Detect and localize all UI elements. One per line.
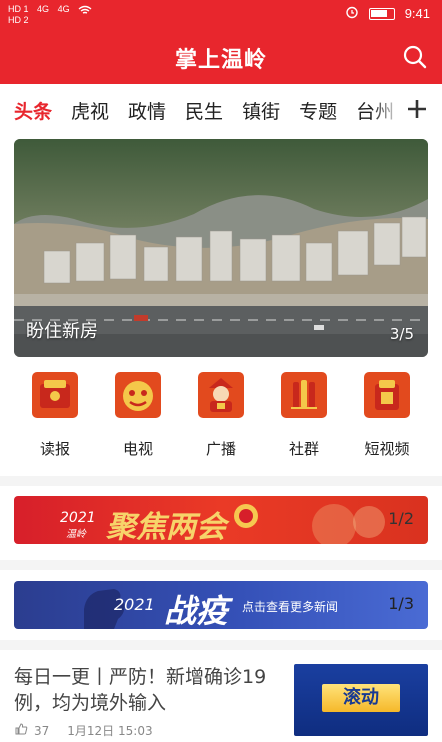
quick-link-label: 短视频 — [364, 440, 410, 458]
sim1-label: HD 1 — [8, 4, 29, 14]
quick-link-label: 读报 — [39, 440, 70, 458]
promo1-year: 2021 — [60, 510, 96, 526]
sim2-label: HD 2 — [8, 14, 29, 25]
status-bar: HD 1 4G 4G HD 2 9:41 — [0, 0, 442, 28]
tv-icon — [115, 372, 161, 418]
battery-icon — [368, 7, 395, 20]
app-header: 掌上温岭 — [0, 28, 442, 84]
promo1-counter: 1/2 — [388, 509, 414, 528]
quick-link-dianshi[interactable]: 电视 — [98, 372, 178, 459]
tab-zhuanti[interactable]: 专题 — [299, 97, 337, 124]
tab-zhenjie[interactable]: 镇街 — [242, 97, 280, 124]
news-meta: 37 1月12日 15:03 — [14, 722, 153, 739]
tab-zhengqing[interactable]: 政情 — [128, 97, 166, 124]
news-item[interactable]: 每日一更丨严防！新增确诊19例，均为境外输入 37 1月12日 15:03 滚动 — [0, 658, 442, 742]
quick-link-label: 社群 — [288, 440, 319, 458]
hero-banner[interactable]: 盼住新房 3/5 — [14, 139, 428, 357]
quick-link-duanshipin[interactable]: 短视频 — [347, 372, 427, 459]
news-thumbnail: 滚动 — [294, 664, 428, 736]
channel-tabs: 头条 虎视 政情 民生 镇街 专题 台州 — [0, 84, 442, 136]
quick-link-shequn[interactable]: 社群 — [264, 372, 344, 459]
tab-hushi[interactable]: 虎视 — [71, 97, 109, 124]
promo2-headline: 战疫 — [164, 592, 229, 629]
app-title: 掌上温岭 — [174, 48, 267, 73]
section-divider — [0, 640, 442, 650]
news-likes: 37 — [34, 723, 50, 738]
section-divider — [0, 560, 442, 570]
alarm-icon — [345, 5, 359, 22]
promo1-headline: 聚焦两会 — [106, 510, 226, 544]
tabs-fade — [372, 84, 402, 136]
community-icon — [281, 372, 327, 418]
status-left: HD 1 4G 4G HD 2 — [8, 4, 98, 25]
network2-label: 4G — [57, 4, 70, 14]
wifi-icon — [78, 4, 92, 14]
tab-toutiao[interactable]: 头条 — [14, 97, 52, 124]
network1-label: 4G — [37, 4, 50, 14]
quick-link-label: 电视 — [122, 440, 153, 458]
newspaper-icon — [32, 372, 78, 418]
promo1-place: 温岭 — [66, 529, 86, 540]
promo-banner-lianghui[interactable]: 2021 温岭 聚焦两会 1/2 — [14, 496, 428, 544]
promo2-counter: 1/3 — [388, 594, 414, 613]
promo2-year: 2021 — [114, 595, 155, 614]
news-thumb-label: 滚动 — [322, 684, 400, 712]
quick-links: 读报 电视 广播 社群 短视频 — [0, 372, 442, 472]
banner-counter: 3/5 — [389, 325, 414, 343]
quick-link-label: 广播 — [205, 440, 236, 458]
radio-icon — [198, 372, 244, 418]
banner-caption: 盼住新房 — [26, 321, 98, 342]
status-right: 9:41 — [345, 5, 430, 22]
search-icon[interactable] — [402, 44, 428, 70]
tab-minsheng[interactable]: 民生 — [185, 97, 223, 124]
status-time: 9:41 — [404, 6, 430, 21]
news-title: 每日一更丨严防！新增确诊19例，均为境外输入 — [14, 666, 267, 714]
news-date: 1月12日 15:03 — [67, 724, 153, 738]
quick-link-guangbo[interactable]: 广播 — [181, 372, 261, 459]
thumbs-up-icon — [14, 722, 28, 739]
promo-banner-zhanyi[interactable]: 2021 战疫 点击查看更多新闻 1/3 — [14, 581, 428, 629]
quick-link-dubao[interactable]: 读报 — [15, 372, 95, 459]
plus-icon[interactable] — [406, 98, 428, 120]
short-video-icon — [364, 372, 410, 418]
section-divider — [0, 476, 442, 486]
promo2-subtitle: 点击查看更多新闻 — [242, 600, 339, 614]
